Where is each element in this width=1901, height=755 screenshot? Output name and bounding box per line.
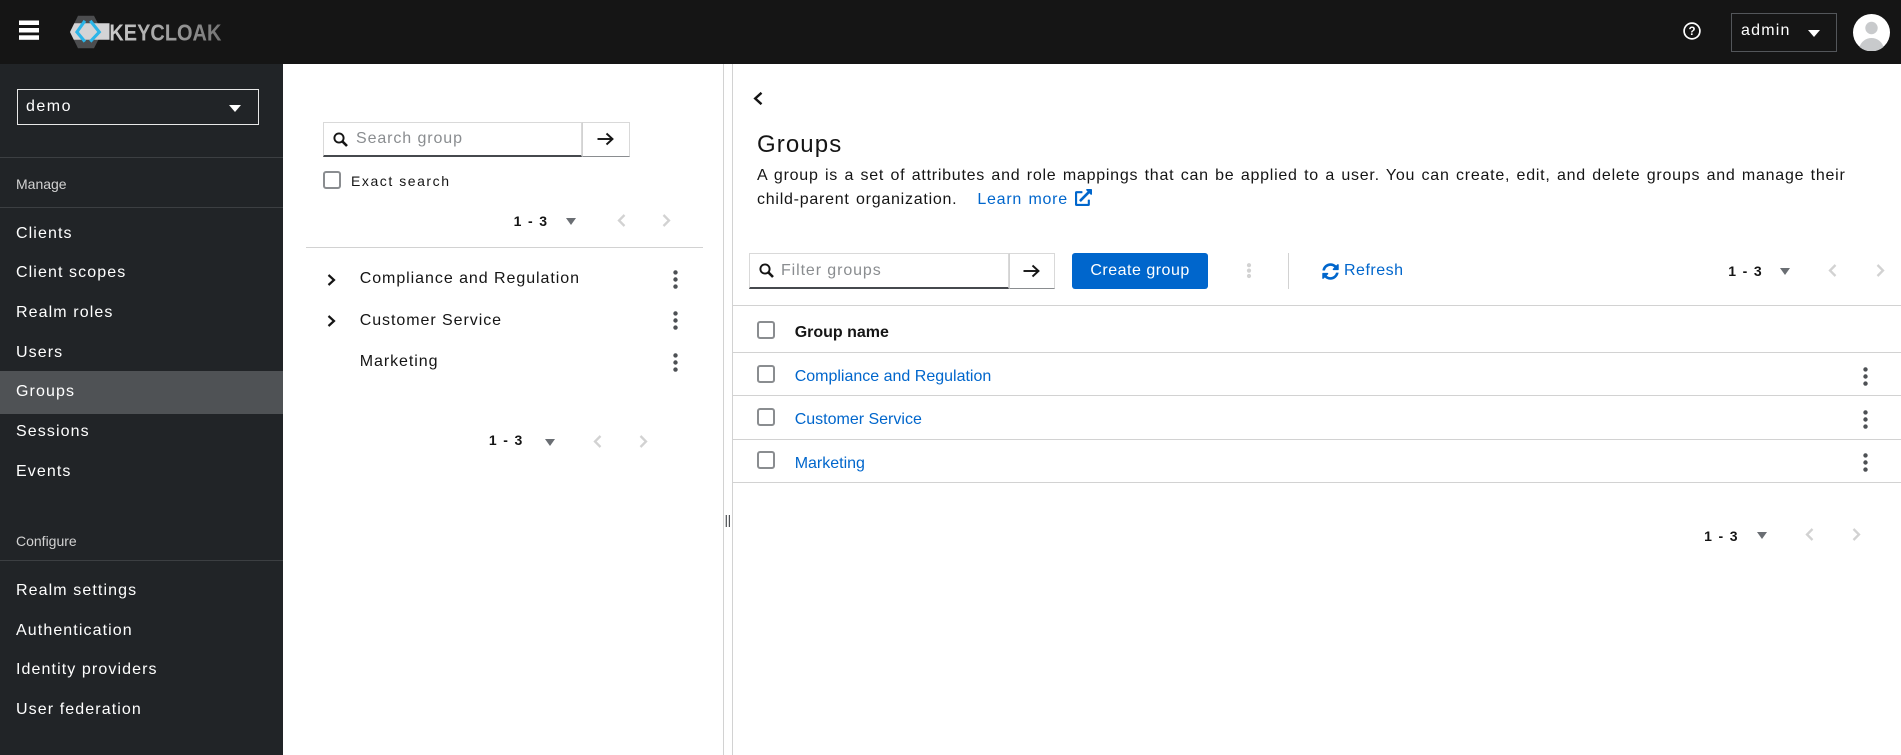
svg-text:?: ? bbox=[1688, 26, 1695, 38]
svg-text:KEYCLOAK: KEYCLOAK bbox=[109, 19, 221, 45]
